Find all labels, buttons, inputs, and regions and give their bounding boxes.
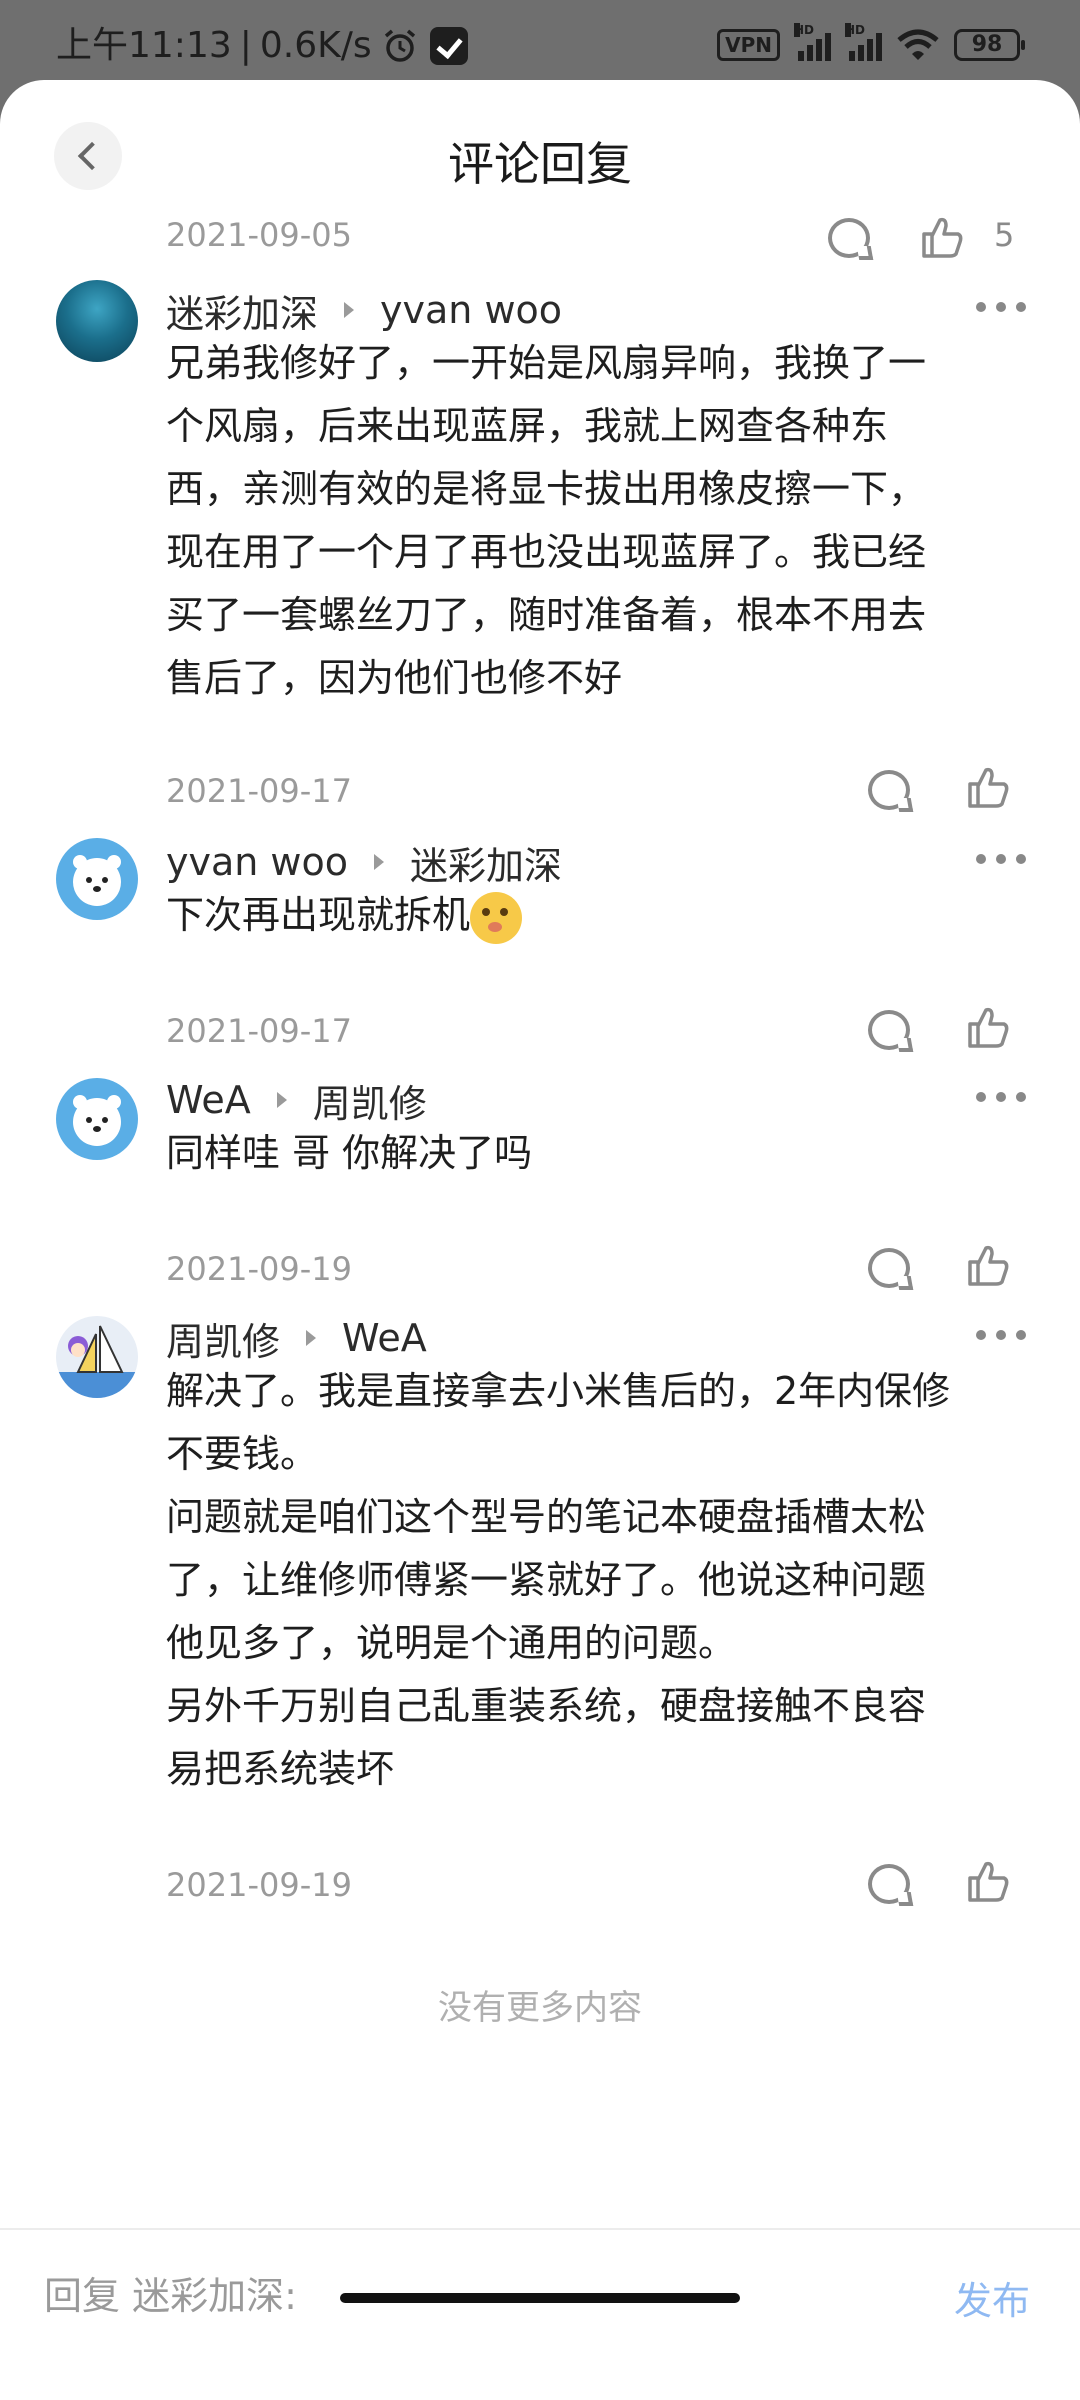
- reply-to-name[interactable]: 周凯修: [313, 1073, 427, 1128]
- bear-avatar-icon: [73, 1095, 121, 1146]
- emoji-icon: [470, 891, 523, 944]
- reply-to-name[interactable]: 迷彩加深: [410, 835, 562, 890]
- reply-bar: 发布: [0, 2228, 1080, 2400]
- signal-icon: HD: [794, 23, 831, 61]
- like-icon[interactable]: [920, 214, 964, 260]
- comment-text: 兄弟我修好了，一开始是风扇异响，我换了一 个风扇，后来出现蓝屏，我就上网查各种东…: [166, 341, 927, 700]
- comment-icon[interactable]: [868, 1864, 910, 1904]
- comment-names: WeA 周凯修: [166, 1070, 427, 1130]
- like-icon[interactable]: [966, 764, 1010, 810]
- comment-names: yvan woo 迷彩加深: [166, 832, 562, 892]
- bear-avatar-icon: [73, 855, 121, 906]
- home-indicator[interactable]: [340, 2293, 740, 2303]
- like-count: 5: [994, 216, 1015, 254]
- author-name[interactable]: 迷彩加深: [166, 283, 318, 338]
- comment-names: 周凯修 WeA: [166, 1308, 427, 1368]
- more-icon[interactable]: [976, 1330, 1026, 1340]
- author-name[interactable]: 周凯修: [166, 1311, 280, 1366]
- wifi-icon: [897, 29, 939, 60]
- avatar[interactable]: [56, 280, 138, 362]
- reply-arrow-icon: [344, 302, 355, 318]
- like-icon[interactable]: [966, 1004, 1010, 1050]
- sailboat-avatar-icon: [56, 1325, 138, 1398]
- publish-button[interactable]: 发布: [954, 2270, 1030, 2325]
- reply-arrow-icon: [276, 1092, 287, 1108]
- more-icon[interactable]: [976, 854, 1026, 864]
- parent-comment-date: 2021-09-05: [166, 216, 352, 254]
- battery-icon: 98: [954, 29, 1025, 61]
- reply-arrow-icon: [374, 854, 385, 870]
- like-icon[interactable]: [966, 1242, 1010, 1288]
- status-time: 上午11:13: [56, 25, 232, 66]
- no-more-content-label: 没有更多内容: [438, 1988, 642, 2028]
- app-notification-icon: [429, 27, 468, 65]
- comment-reply-sheet: 评论回复 2021-09-05 5 迷彩加深 yvan woo 兄弟我修好了，一…: [0, 80, 1080, 2400]
- reply-to-name[interactable]: WeA: [342, 1316, 427, 1360]
- page-title: 评论回复: [448, 137, 632, 191]
- avatar[interactable]: [56, 838, 138, 920]
- comment-icon[interactable]: [868, 1248, 910, 1288]
- comment-icon[interactable]: [868, 770, 910, 810]
- reply-to-name[interactable]: yvan woo: [380, 288, 562, 332]
- comment-date: 2021-09-17: [166, 1012, 352, 1050]
- more-icon[interactable]: [976, 1092, 1026, 1102]
- avatar[interactable]: [56, 1316, 138, 1398]
- header: 评论回复: [0, 80, 1080, 230]
- author-name[interactable]: WeA: [166, 1078, 251, 1122]
- comment-icon[interactable]: [868, 1010, 910, 1050]
- alarm-icon: [384, 29, 415, 62]
- signal-icon-2: HD: [845, 23, 882, 61]
- avatar[interactable]: [56, 1078, 138, 1160]
- status-speed: 0.6K/s: [259, 25, 372, 66]
- comment-date: 2021-09-19: [166, 1866, 352, 1904]
- comment-text: 下次再出现就拆机: [166, 884, 1016, 947]
- comment-text: 同样哇 哥 你解决了吗: [166, 1131, 533, 1175]
- reply-arrow-icon: [306, 1330, 317, 1346]
- comment-names: 迷彩加深 yvan woo: [166, 280, 562, 340]
- comment-icon[interactable]: [828, 218, 870, 258]
- comment-date: 2021-09-17: [166, 772, 352, 810]
- comment-date: 2021-09-19: [166, 1250, 352, 1288]
- author-name[interactable]: yvan woo: [166, 840, 348, 884]
- status-bar: 上午11:13 | 0.6K/s VPN HD HD 98: [0, 0, 1080, 80]
- more-icon[interactable]: [976, 302, 1026, 312]
- comment-text: 解决了。我是直接拿去小米售后的，2年内保修 不要钱。 问题就是咱们这个型号的笔记…: [166, 1369, 951, 1791]
- vpn-badge: VPN: [717, 29, 780, 61]
- like-icon[interactable]: [966, 1858, 1010, 1904]
